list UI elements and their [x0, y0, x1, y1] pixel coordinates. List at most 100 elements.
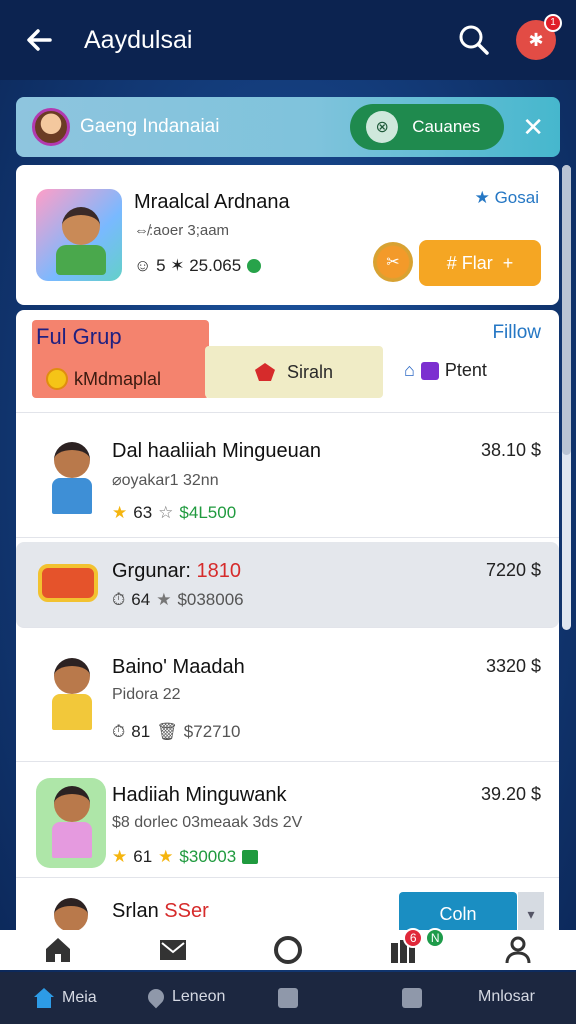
item-thumbnail [36, 778, 106, 868]
cash-icon [242, 850, 259, 864]
plus-icon: + [502, 252, 514, 273]
item-stats: ⏱ 64 ★ $038006 [112, 590, 244, 610]
item-stats: ★ 63 ☆ $4L500 [112, 503, 236, 523]
notification-badge: 6 [403, 928, 424, 948]
divider [16, 412, 559, 413]
follow-link[interactable]: Fillow [492, 322, 541, 344]
item-stats: ⏱ 81 🗑 $72710 [112, 722, 241, 742]
star-outline-icon: ☆ [158, 503, 174, 522]
segment-button[interactable]: Siraln [205, 346, 383, 398]
gift-box-shape [38, 564, 98, 602]
item-amount: $72710 [183, 722, 241, 741]
user-icon [505, 936, 531, 964]
compass-icon: ⊗ [366, 111, 399, 143]
item-price: 7220 $ [485, 560, 541, 580]
item-thumbnail [36, 434, 106, 524]
item-stars: 64 [131, 590, 151, 609]
item-stars: 81 [131, 722, 151, 741]
page-title: Aaydulsai [84, 25, 193, 54]
square-icon [402, 988, 422, 1008]
group-panel: Ful Grup kMdmaplal Siraln Fillow ⌂ Ptent… [16, 310, 559, 950]
back-button[interactable] [20, 20, 60, 60]
group-subtitle: kMdmaplal [74, 368, 162, 389]
tab-icon-bar: 6 N [0, 928, 576, 970]
item-amount: $4L500 [179, 503, 237, 522]
star-icon: ★ [158, 847, 174, 866]
item-price: 39.20 $ [480, 784, 541, 804]
puzzle-icon: ✱ [528, 29, 544, 50]
tab-messages[interactable] [153, 932, 193, 968]
profile-card: Mraalcal Ardnana ⇎:aoer 3;aam ☺ 5 ✶ 25.0… [16, 165, 559, 305]
thumb-body [52, 694, 92, 730]
item-title: Grgunar: [112, 560, 191, 582]
thumb-body [52, 822, 92, 858]
thumb-body [52, 478, 92, 514]
banner-action-button[interactable]: ⊗ Cauanes [350, 104, 505, 150]
group-subtitle-row: kMdmaplal [46, 368, 161, 390]
banner-avatar [32, 108, 70, 146]
heart-icon [144, 985, 168, 1009]
home-icon [45, 938, 70, 962]
segment-label: Siraln [286, 361, 334, 382]
search-icon [459, 25, 489, 55]
nav-item-more[interactable]: Mnlosar [478, 988, 535, 1006]
group-header[interactable]: Ful Grup kMdmaplal [32, 320, 209, 398]
item-title-highlight: 1810 [196, 560, 242, 582]
item-title-highlight: SSer [164, 900, 209, 922]
notification-badge: N [425, 928, 446, 948]
record-icon [273, 936, 302, 964]
nav-item-lessons[interactable]: Leneon [144, 985, 225, 1009]
home-icon [34, 988, 54, 1008]
purple-badge-icon [420, 361, 439, 380]
star-outline-icon: ★ [156, 590, 172, 609]
item-title: Baino' Maadah [112, 656, 245, 678]
list-item[interactable]: Grgunar: 1810 ⏱ 64 ★ $038006 7220 $ [16, 542, 559, 628]
item-stats: ★ 61 ★ $30003 [112, 847, 259, 867]
timer-icon: ⏱ [112, 722, 126, 741]
gift-badge-icon[interactable]: ✂ [373, 242, 413, 282]
coin-icon [46, 368, 68, 390]
close-icon[interactable]: ✕ [522, 112, 544, 143]
thumb-head [54, 786, 90, 822]
scrollbar-thumb[interactable] [562, 165, 571, 455]
house-icon: ⌂ [404, 360, 415, 380]
item-subtitle: ⌀oyakar1 32nn [112, 472, 219, 489]
tab-profile[interactable] [498, 932, 538, 968]
item-title-row: Srlan SSer [112, 900, 209, 923]
mail-icon [159, 940, 186, 960]
profile-link[interactable]: ★ Gosai [475, 188, 539, 208]
item-stars: 63 [133, 503, 153, 522]
item-subtitle: Pidora 22 [112, 686, 181, 703]
nav-item-home[interactable]: Meia [34, 988, 97, 1008]
tab-record[interactable] [268, 932, 308, 968]
profile-stats-text: ☺ 5 ✶ 25.065 [134, 256, 242, 275]
tab-home[interactable] [38, 932, 78, 968]
notification-badge: 1 [544, 14, 562, 32]
thumb-head [54, 442, 90, 478]
item-price: 3320 $ [485, 656, 541, 676]
scrollbar[interactable] [562, 165, 571, 630]
group-title: Ful Grup [36, 324, 122, 349]
square-icon [278, 988, 298, 1008]
item-subtitle: $8 dorlec 03meaak 3ds 2V [112, 814, 303, 831]
app-bar: Aaydulsai ✱ 1 [0, 0, 576, 80]
timer-icon: ⏱ [112, 590, 126, 609]
banner-text: Gaeng Indanaiai [80, 116, 220, 137]
ptent-link[interactable]: ⌂ Ptent [404, 360, 487, 381]
thumb-head [54, 898, 88, 932]
profile-image-body [56, 245, 106, 275]
list-item[interactable]: Hadiiah Minguwank $8 dorlec 03meaak 3ds … [16, 762, 559, 878]
thumb-head [54, 658, 90, 694]
list-item[interactable]: Dal haaliiah Mingueuan ⌀oyakar1 32nn ★ 6… [16, 418, 559, 538]
star-icon: ★ [112, 503, 128, 522]
nav-item-3[interactable] [278, 988, 298, 1008]
item-title: Srlan [112, 900, 159, 922]
profile-avatar-button[interactable]: ✱ 1 [516, 14, 562, 60]
search-button[interactable] [454, 20, 494, 60]
profile-subtitle: ⇎:aoer 3;aam [134, 222, 230, 239]
nav-item-4[interactable] [402, 988, 422, 1008]
tab-library[interactable]: 6 N [383, 928, 446, 968]
list-item[interactable]: Baino' Maadah Pidora 22 ⏱ 81 🗑 $72710 33… [16, 634, 559, 762]
banner-action-label: Cauanes [412, 117, 481, 136]
follow-action-button[interactable]: # Flar + [419, 240, 541, 286]
